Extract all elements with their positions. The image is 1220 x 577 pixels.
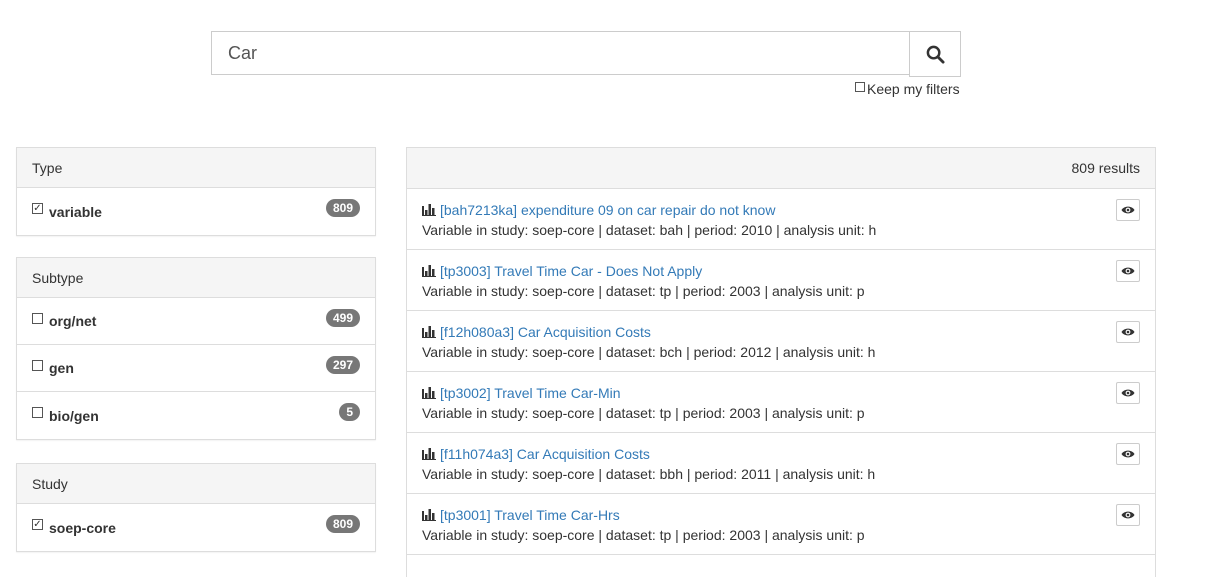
panel-title: Study <box>17 464 375 504</box>
count-badge: 297 <box>325 356 360 374</box>
eye-icon <box>1121 511 1135 519</box>
checkbox[interactable] <box>32 407 43 418</box>
bar-chart-icon <box>422 204 436 216</box>
count-badge: 809 <box>325 515 360 533</box>
result-link[interactable]: [tp3002] Travel Time Car-Min <box>440 383 621 403</box>
result-link[interactable]: [f12h080a3] Car Acquisition Costs <box>440 322 651 342</box>
bar-chart-icon <box>422 387 436 399</box>
facet-label: soep-core <box>49 519 116 536</box>
facet-label: variable <box>49 203 102 220</box>
result-item: [bah7213ka] expenditure 09 on car repair… <box>407 189 1155 250</box>
eye-icon <box>1121 389 1135 397</box>
preview-button[interactable] <box>1116 382 1140 404</box>
result-description: Variable in study: soep-core | dataset: … <box>422 405 865 421</box>
search-bar <box>211 31 961 77</box>
results-count: 809 results <box>407 148 1155 189</box>
result-description: Variable in study: soep-core | dataset: … <box>422 283 865 299</box>
eye-icon <box>1121 206 1135 214</box>
keep-filters[interactable]: Keep my filters <box>855 81 960 97</box>
preview-button[interactable] <box>1116 504 1140 526</box>
facet-label: bio/gen <box>49 407 99 424</box>
eye-icon <box>1121 328 1135 336</box>
checkbox[interactable] <box>32 359 43 371</box>
facet-label: gen <box>49 360 74 376</box>
eye-icon <box>1121 267 1135 275</box>
result-description: Variable in study: soep-core | dataset: … <box>422 466 876 482</box>
result-link[interactable]: [f11h074a3] Car Acquisition Costs <box>440 444 650 464</box>
preview-button[interactable] <box>1116 199 1140 221</box>
facet-label: org/net <box>49 313 97 329</box>
search-icon <box>926 45 945 64</box>
results-list: [bah7213ka] expenditure 09 on car repair… <box>407 189 1155 555</box>
facet-item-variable[interactable]: ✓ variable 809 <box>17 188 375 235</box>
result-description: Variable in study: soep-core | dataset: … <box>422 527 865 543</box>
result-item: [f11h074a3] Car Acquisition Costs Variab… <box>407 433 1155 494</box>
facet-item-bio-gen[interactable]: bio/gen 5 <box>17 392 375 439</box>
bar-chart-icon <box>422 509 436 521</box>
result-item: [tp3001] Travel Time Car-Hrs Variable in… <box>407 494 1155 555</box>
result-description: Variable in study: soep-core | dataset: … <box>422 222 877 238</box>
search-input[interactable] <box>211 31 909 75</box>
preview-button[interactable] <box>1116 260 1140 282</box>
bar-chart-icon <box>422 265 436 277</box>
result-item: [tp3003] Travel Time Car - Does Not Appl… <box>407 250 1155 311</box>
result-link[interactable]: [tp3003] Travel Time Car - Does Not Appl… <box>440 261 702 281</box>
count-badge: 809 <box>325 199 360 217</box>
result-item: [f12h080a3] Car Acquisition Costs Variab… <box>407 311 1155 372</box>
facet-item-gen[interactable]: gen 297 <box>17 345 375 392</box>
result-description: Variable in study: soep-core | dataset: … <box>422 344 876 360</box>
facet-panel-type: Type ✓ variable 809 <box>16 147 376 236</box>
result-link[interactable]: [tp3001] Travel Time Car-Hrs <box>440 505 620 525</box>
keep-filters-label: Keep my filters <box>867 81 960 97</box>
results-panel: 809 results [bah7213ka] expenditure 09 o… <box>406 147 1156 577</box>
facet-item-org-net[interactable]: org/net 499 <box>17 298 375 345</box>
bar-chart-icon <box>422 326 436 338</box>
facet-panel-study: Study ✓ soep-core 809 <box>16 463 376 552</box>
panel-title: Subtype <box>17 258 375 298</box>
preview-button[interactable] <box>1116 443 1140 465</box>
checkbox-checked[interactable]: ✓ <box>32 203 43 214</box>
result-link[interactable]: [bah7213ka] expenditure 09 on car repair… <box>440 200 775 220</box>
checkbox[interactable] <box>32 312 43 324</box>
facet-panel-subtype: Subtype org/net 499 gen 297 bio/gen 5 <box>16 257 376 440</box>
count-badge: 5 <box>339 403 360 421</box>
eye-icon <box>1121 450 1135 458</box>
result-item: [tp3002] Travel Time Car-Min Variable in… <box>407 372 1155 433</box>
checkbox-checked[interactable]: ✓ <box>32 519 43 530</box>
panel-title: Type <box>17 148 375 188</box>
bar-chart-icon <box>422 448 436 460</box>
count-badge: 499 <box>325 309 360 327</box>
keep-filters-checkbox[interactable] <box>855 82 865 92</box>
facet-item-soep-core[interactable]: ✓ soep-core 809 <box>17 504 375 551</box>
search-button[interactable] <box>909 31 961 77</box>
preview-button[interactable] <box>1116 321 1140 343</box>
